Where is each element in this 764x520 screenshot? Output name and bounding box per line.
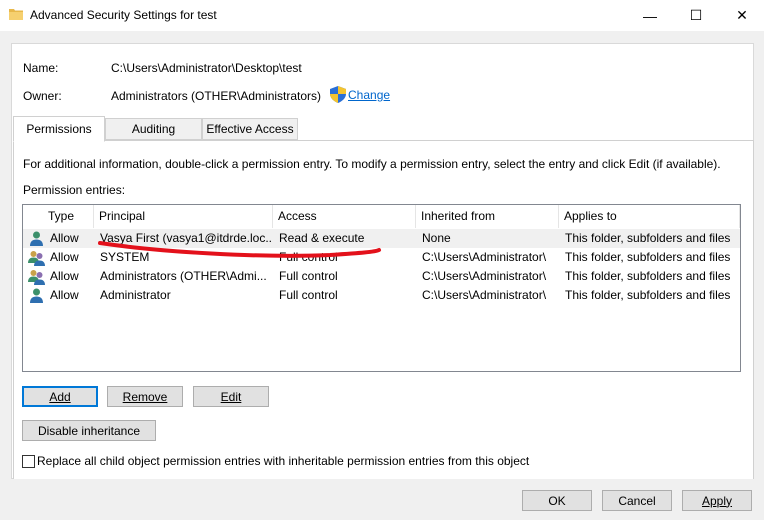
minimize-icon: — [643, 7, 657, 24]
column-header-access[interactable]: Access [273, 205, 416, 228]
maximize-icon: ☐ [689, 7, 703, 23]
maximize-button[interactable]: ☐ [673, 0, 719, 31]
cancel-button[interactable]: Cancel [602, 490, 672, 511]
close-icon: ✕ [736, 7, 748, 23]
apply-button[interactable]: Apply [682, 490, 752, 511]
group-icon [28, 251, 45, 266]
replace-child-permissions-checkbox[interactable] [22, 455, 35, 468]
title-bar: Advanced Security Settings for test — ☐ … [0, 0, 764, 31]
table-row[interactable]: Allow Vasya First (vasya1@itdrde.loc... … [23, 229, 740, 248]
ok-button[interactable]: OK [522, 490, 592, 511]
tab-auditing[interactable]: Auditing [105, 118, 202, 140]
replace-child-permissions-label: Replace all child object permission entr… [37, 454, 530, 468]
permission-entries-label: Permission entries: [23, 183, 126, 197]
edit-button[interactable]: Edit [193, 386, 269, 407]
permission-entries-list[interactable]: Type Principal Access Inherited from App… [22, 204, 741, 372]
table-row[interactable]: Allow Administrator Full control C:\User… [23, 286, 740, 305]
column-header-inherited-from[interactable]: Inherited from [416, 205, 559, 228]
minimize-button[interactable]: — [627, 0, 673, 31]
name-value: C:\Users\Administrator\Desktop\test [111, 61, 302, 75]
disable-inheritance-button[interactable]: Disable inheritance [22, 420, 156, 441]
remove-button[interactable]: Remove [107, 386, 183, 407]
tab-effective-access[interactable]: Effective Access [202, 118, 298, 140]
user-icon [30, 231, 43, 246]
user-icon [30, 288, 43, 303]
folder-icon [9, 9, 23, 20]
window-title: Advanced Security Settings for test [30, 8, 217, 22]
table-row[interactable]: Allow Administrators (OTHER\Admi... Full… [23, 267, 740, 286]
column-header-principal[interactable]: Principal [94, 205, 273, 228]
owner-label: Owner: [23, 89, 62, 103]
owner-value: Administrators (OTHER\Administrators) [111, 89, 322, 103]
uac-shield-icon [330, 86, 346, 103]
name-label: Name: [23, 61, 59, 75]
add-button[interactable]: Add [22, 386, 98, 407]
column-header-type[interactable]: Type [43, 205, 94, 228]
column-header-applies-to[interactable]: Applies to [559, 205, 740, 228]
close-button[interactable]: ✕ [719, 0, 764, 31]
tab-permissions[interactable]: Permissions [13, 116, 105, 142]
change-owner-link[interactable]: Change [348, 88, 390, 102]
group-icon [28, 270, 45, 285]
info-text: For additional information, double-click… [23, 157, 721, 171]
table-row[interactable]: Allow SYSTEM Full control C:\Users\Admin… [23, 248, 740, 267]
